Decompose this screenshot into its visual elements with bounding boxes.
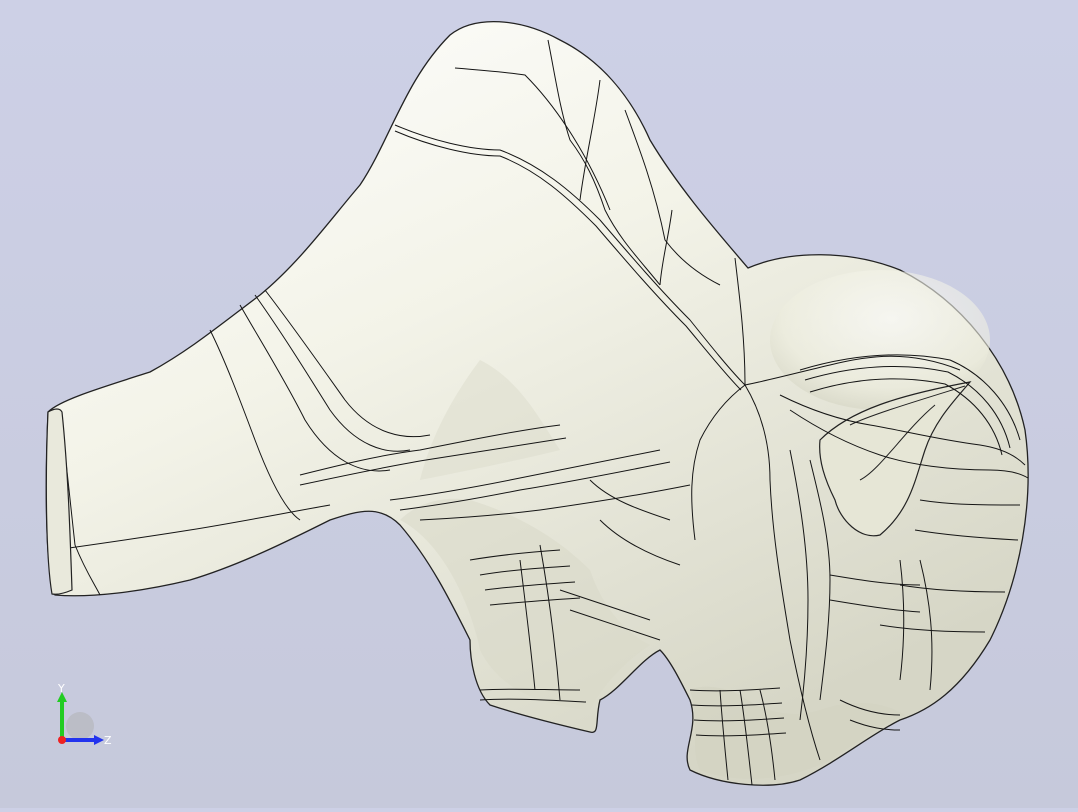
3d-viewport[interactable] [0, 0, 1078, 808]
model-render [45, 21, 1029, 786]
x-axis-point [58, 736, 66, 744]
triad-base [66, 712, 94, 740]
axis-triad: Y Z [40, 680, 130, 760]
z-axis-label: Z [104, 734, 112, 747]
y-axis-label: Y [57, 682, 65, 695]
